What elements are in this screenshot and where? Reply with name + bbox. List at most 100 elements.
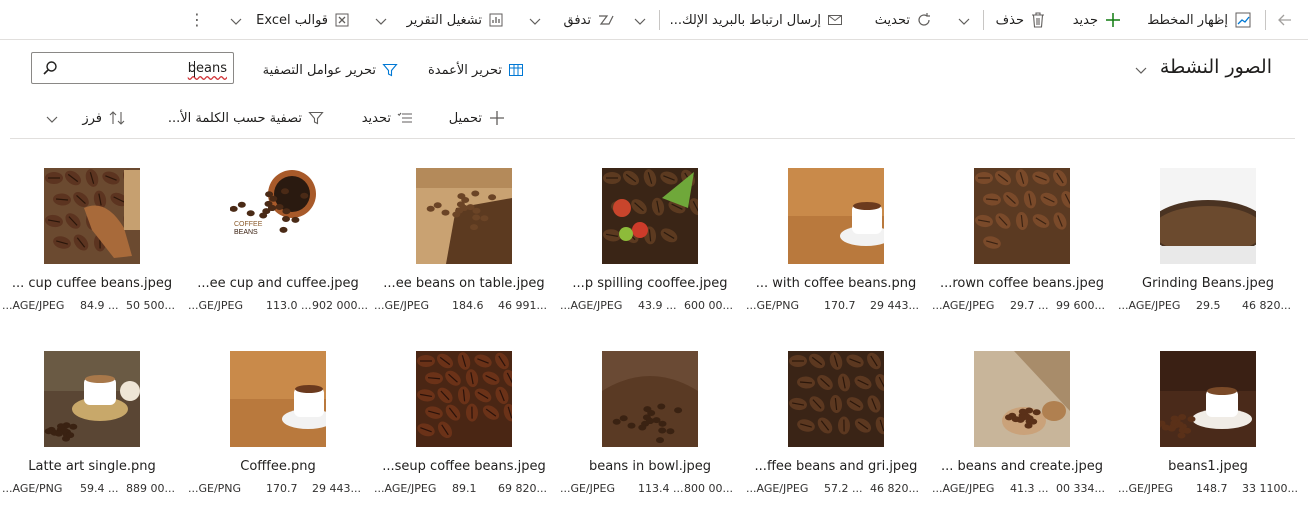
image-tile[interactable]: Latte art single.png ...AGE/PNG 59.4 ... 88…	[2, 351, 182, 521]
new-button[interactable]: جديد	[1073, 10, 1122, 30]
image-mime-type: ...GE/PNG	[188, 482, 242, 495]
filter-keyword-label: تصفية حسب الكلمة الأ...	[167, 110, 302, 126]
image-name[interactable]: ...ffee beans and gri.jpeg	[746, 459, 926, 474]
image-thumbnail[interactable]	[788, 168, 884, 264]
sort-label: فرز	[82, 110, 102, 126]
command-bar: إظهار المخطط جديد حذف تحديث إرسال ارتباط…	[0, 0, 1308, 40]
image-dimensions: 902 000...	[312, 299, 368, 312]
image-size: 184.6	[452, 299, 484, 312]
image-name[interactable]: Grinding Beans.jpeg	[1118, 276, 1298, 291]
image-thumbnail[interactable]	[1160, 351, 1256, 447]
view-title[interactable]: الصور النشطة	[1160, 56, 1272, 78]
image-name[interactable]: ... beans and create.jpeg	[932, 459, 1112, 474]
image-tile[interactable]: COFFEE BEANS ...ee cup and cuffee.jpeg ...G…	[188, 168, 368, 338]
sort-chevron-icon[interactable]	[45, 111, 59, 130]
image-name[interactable]: Cofffee.png	[188, 459, 368, 474]
image-name[interactable]: ...seup coffee beans.jpeg	[374, 459, 554, 474]
chevron-down-icon[interactable]	[957, 13, 971, 32]
image-tile[interactable]: beans1.jpeg ...GE/JPEG 148.7 33 1100...	[1118, 351, 1298, 521]
chevron-down-icon[interactable]	[229, 13, 243, 32]
chevron-down-icon[interactable]	[528, 13, 542, 32]
image-tile[interactable]: Grinding Beans.jpeg ...AGE/JPEG 29.5 46 820…	[1118, 168, 1298, 338]
flow-icon	[599, 15, 614, 25]
flow-button[interactable]: تدفق	[564, 10, 616, 30]
image-thumbnail[interactable]	[44, 168, 140, 264]
show-chart-button[interactable]: إظهار المخطط	[1147, 10, 1252, 30]
image-dimensions: 46 820...	[870, 482, 919, 495]
toolbar-divider	[10, 138, 1295, 139]
image-name[interactable]: beans in bowl.jpeg	[560, 459, 740, 474]
image-thumbnail[interactable]	[416, 351, 512, 447]
image-thumbnail[interactable]	[602, 351, 698, 447]
upload-button[interactable]: تحميل	[449, 108, 506, 128]
refresh-icon	[918, 13, 930, 26]
view-selector-chevron-icon[interactable]	[1134, 62, 1148, 81]
image-thumbnail[interactable]	[788, 351, 884, 447]
image-tile[interactable]: ... cup cuffee beans.jpeg ...AGE/JPEG 84.9…	[2, 168, 182, 338]
image-thumbnail[interactable]	[1160, 168, 1256, 264]
svg-text:BEANS: BEANS	[234, 229, 258, 236]
image-mime-type: ...GE/PNG	[746, 299, 800, 312]
image-tile[interactable]: ...ffee beans and gri.jpeg ...AGE/JPEG 57.…	[746, 351, 926, 521]
image-mime-type: ...AGE/PNG	[2, 482, 63, 495]
image-tile[interactable]: ...rown coffee beans.jpeg ...AGE/JPEG 29.7…	[932, 168, 1112, 338]
image-thumbnail[interactable]	[416, 168, 512, 264]
refresh-button[interactable]: تحديث	[875, 10, 932, 30]
image-mime-type: ...AGE/JPEG	[932, 482, 995, 495]
image-tile[interactable]: ...p spilling cooffee.jpeg ...AGE/JPEG 43.…	[560, 168, 740, 338]
image-tile[interactable]: ... beans and create.jpeg ...AGE/JPEG 41.3…	[932, 351, 1112, 521]
edit-filters-button[interactable]: تحرير عوامل التصفية	[263, 60, 398, 80]
image-name[interactable]: beans1.jpeg	[1118, 459, 1298, 474]
image-mime-type: ...AGE/JPEG	[1118, 299, 1181, 312]
more-icon[interactable]: ⋮	[189, 10, 205, 29]
excel-templates-button[interactable]: قوالب Excel	[256, 10, 350, 30]
chart-icon	[1235, 12, 1251, 28]
image-size: 170.7	[266, 482, 298, 495]
image-size: 113.0 ...	[266, 299, 312, 312]
search-input[interactable]: beans	[31, 52, 234, 84]
email-link-button[interactable]: إرسال ارتباط بالبريد الإلك...	[670, 10, 843, 30]
run-report-button[interactable]: تشغيل التقرير	[407, 10, 504, 30]
image-dimensions: 46 991...	[498, 299, 547, 312]
image-dimensions: 50 500...	[126, 299, 175, 312]
image-size: 29.7 ...	[1010, 299, 1049, 312]
filter-keyword-button[interactable]: تصفية حسب الكلمة الأ...	[168, 108, 324, 128]
image-thumbnail[interactable]	[44, 351, 140, 447]
filter-icon	[382, 63, 398, 77]
image-name[interactable]: ... with coffee beans.png	[746, 276, 926, 291]
image-size: 57.2 ...	[824, 482, 863, 495]
image-name[interactable]: Latte art single.png	[2, 459, 182, 474]
image-name[interactable]: ... cup cuffee beans.jpeg	[2, 276, 182, 291]
report-icon	[489, 13, 503, 27]
select-button[interactable]: تحديد	[362, 108, 413, 128]
image-thumbnail[interactable]	[974, 168, 1070, 264]
image-tile[interactable]: ...ee beans on table.jpeg ...GE/JPEG 184.6…	[374, 168, 554, 338]
chevron-down-icon[interactable]	[633, 13, 647, 32]
image-tile[interactable]: Cofffee.png ...GE/PNG 170.7 29 443...	[188, 351, 368, 521]
image-name[interactable]: ...p spilling cooffee.jpeg	[560, 276, 740, 291]
image-thumbnail[interactable]	[602, 168, 698, 264]
image-tile[interactable]: beans in bowl.jpeg ...GE/JPEG 113.4 ... 800…	[560, 351, 740, 521]
image-tile[interactable]: ...seup coffee beans.jpeg ...AGE/JPEG 89.1…	[374, 351, 554, 521]
image-thumbnail[interactable]: COFFEE BEANS	[230, 168, 326, 264]
image-size: 29.5	[1196, 299, 1221, 312]
chevron-down-icon[interactable]	[374, 13, 388, 32]
refresh-label: تحديث	[874, 12, 910, 28]
delete-button[interactable]: حذف	[996, 10, 1046, 30]
image-thumbnail[interactable]	[230, 351, 326, 447]
image-dimensions: 29 443...	[870, 299, 919, 312]
back-arrow-icon[interactable]	[1276, 11, 1294, 33]
image-size: 113.4 ...	[638, 482, 684, 495]
show-chart-label: إظهار المخطط	[1147, 12, 1228, 28]
edit-filters-label: تحرير عوامل التصفية	[262, 62, 376, 78]
image-mime-type: ...AGE/JPEG	[2, 299, 65, 312]
edit-columns-button[interactable]: تحرير الأعمدة	[428, 60, 526, 80]
image-thumbnail[interactable]	[974, 351, 1070, 447]
image-name[interactable]: ...rown coffee beans.jpeg	[932, 276, 1112, 291]
select-label: تحديد	[361, 110, 391, 126]
search-icon[interactable]	[42, 60, 58, 80]
sort-button[interactable]: فرز	[82, 108, 126, 128]
image-name[interactable]: ...ee cup and cuffee.jpeg	[188, 276, 368, 291]
image-name[interactable]: ...ee beans on table.jpeg	[374, 276, 554, 291]
image-tile[interactable]: ... with coffee beans.png ...GE/PNG 170.7 2…	[746, 168, 926, 338]
